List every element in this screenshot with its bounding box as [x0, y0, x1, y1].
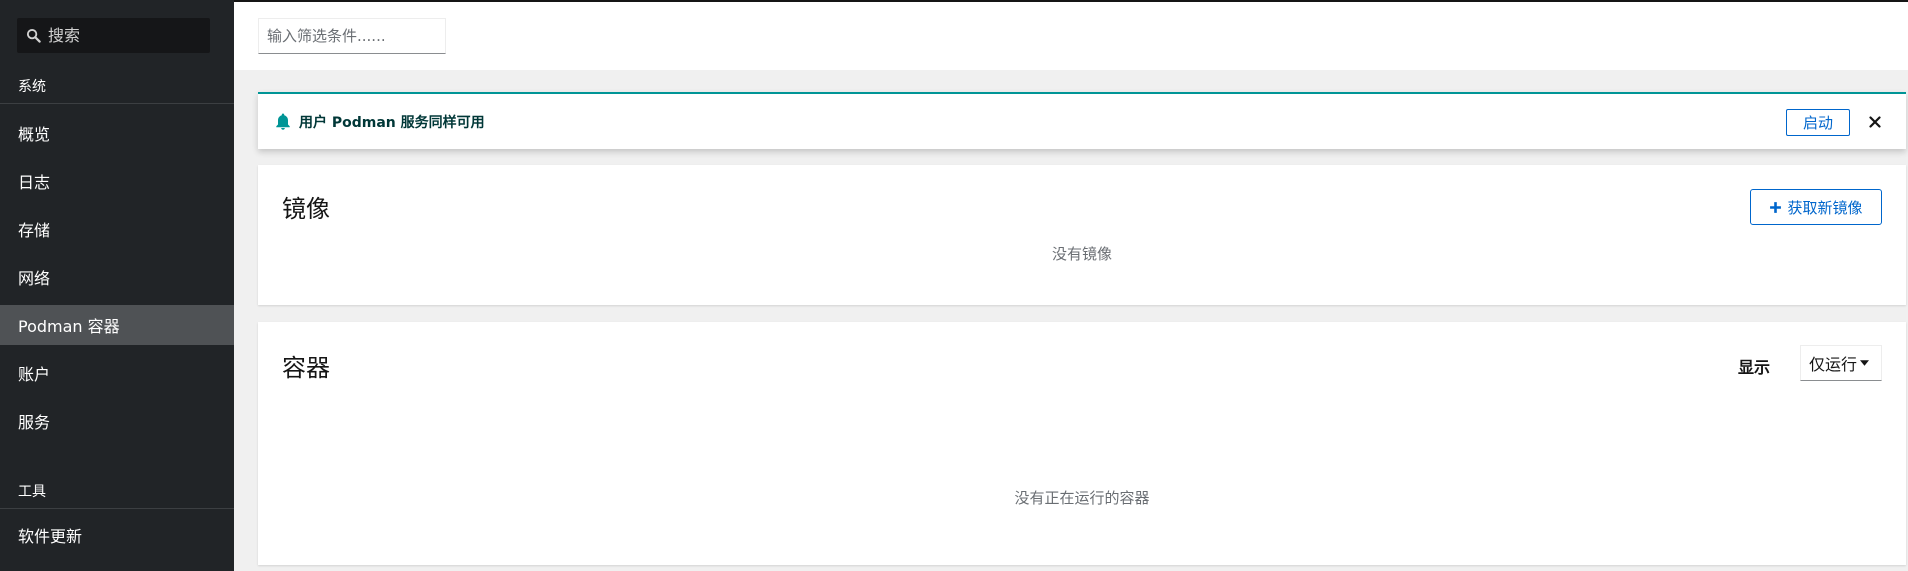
filter-input[interactable] — [258, 18, 446, 54]
images-title: 镜像 — [282, 195, 330, 223]
search-icon — [26, 28, 41, 43]
sidebar-item-label: 日志 — [18, 173, 51, 192]
plus-icon — [1770, 201, 1782, 213]
user-service-alert: 用户 Podman 服务同样可用 启动 — [258, 92, 1906, 149]
pull-image-label: 获取新镜像 — [1787, 198, 1863, 217]
sidebar: 系统 概览 日志 存储 网络 Podman 容器 账户 服务 工具 软件更新 — [0, 0, 234, 571]
sidebar-item-logs[interactable]: 日志 — [0, 161, 234, 201]
sidebar-item-accounts[interactable]: 账户 — [0, 353, 234, 393]
sidebar-item-label: 服务 — [18, 413, 51, 432]
containers-card: 容器 显示 仅运行 没有正在运行的容器 — [258, 322, 1906, 565]
sidebar-item-label: 软件更新 — [18, 527, 83, 546]
caret-down-icon — [1860, 360, 1870, 366]
sidebar-search[interactable] — [17, 18, 210, 53]
images-card: 镜像 获取新镜像 没有镜像 — [258, 165, 1906, 305]
containers-title: 容器 — [282, 354, 330, 382]
images-empty-state: 没有镜像 — [1051, 245, 1112, 263]
sidebar-item-services[interactable]: 服务 — [0, 401, 234, 441]
close-icon[interactable] — [1866, 113, 1884, 131]
main-content: 用户 Podman 服务同样可用 启动 镜像 获取新镜像 没有镜像 容器 显示 — [234, 0, 1908, 571]
sidebar-item-label: 概览 — [18, 125, 51, 144]
sidebar-search-input[interactable] — [48, 26, 198, 45]
show-filter-label: 显示 — [1737, 358, 1770, 377]
pull-image-button[interactable]: 获取新镜像 — [1750, 189, 1882, 225]
sidebar-item-label: 账户 — [18, 365, 51, 384]
alert-title: 用户 Podman 服务同样可用 — [299, 114, 485, 131]
sidebar-item-label: 网络 — [18, 269, 51, 288]
show-filter-value: 仅运行 — [1809, 355, 1858, 374]
sidebar-item-label: 存储 — [18, 221, 51, 240]
sidebar-section-system: 系统 — [0, 74, 234, 104]
containers-empty-state: 没有正在运行的容器 — [1014, 489, 1150, 507]
sidebar-item-networking[interactable]: 网络 — [0, 257, 234, 297]
app: 系统 概览 日志 存储 网络 Podman 容器 账户 服务 工具 软件更新 — [0, 0, 1908, 571]
sidebar-item-label: Podman 容器 — [18, 317, 120, 336]
start-service-button[interactable]: 启动 — [1786, 109, 1850, 136]
sidebar-item-storage[interactable]: 存储 — [0, 209, 234, 249]
show-filter-select[interactable]: 仅运行 — [1800, 345, 1882, 381]
sidebar-item-podman-containers[interactable]: Podman 容器 — [0, 305, 234, 345]
sidebar-section-tools: 工具 — [0, 479, 234, 509]
sidebar-item-software-updates[interactable]: 软件更新 — [0, 515, 234, 555]
bell-icon — [276, 113, 290, 130]
sidebar-item-overview[interactable]: 概览 — [0, 113, 234, 153]
filter-bar — [234, 0, 1908, 70]
